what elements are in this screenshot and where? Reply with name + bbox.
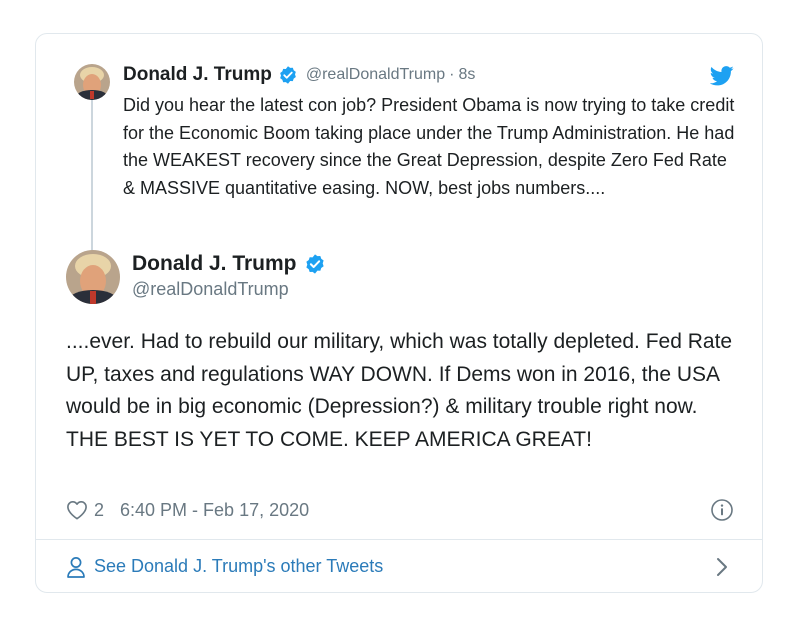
tweet-meta: 2 6:40 PM - Feb 17, 2020 [66,497,309,523]
person-icon [66,556,86,578]
verified-badge-icon [304,253,326,275]
thread-connector-line [91,99,93,269]
chevron-right-icon[interactable] [716,557,728,577]
parent-tweet-text: Did you hear the latest con job? Preside… [123,95,735,198]
avatar[interactable] [74,64,110,100]
author-handle[interactable]: @realDonaldTrump [132,279,289,300]
main-tweet-text: ....ever. Had to rebuild our military, w… [66,330,733,451]
embedded-tweet-card: Donald J. Trump @realDonaldTrump · 8s Di… [35,33,763,593]
heart-icon[interactable] [66,500,88,520]
info-icon[interactable] [710,498,734,522]
author-handle[interactable]: @realDonaldTrump [306,66,445,84]
parent-tweet-header: Donald J. Trump @realDonaldTrump · 8s [123,64,475,86]
other-tweets-label[interactable]: See Donald J. Trump's other Tweets [94,556,383,577]
author-name[interactable]: Donald J. Trump [132,252,297,276]
tweet-time[interactable]: 8s [458,66,475,84]
avatar[interactable] [66,250,120,304]
separator-dot: · [449,66,455,83]
twitter-bird-icon[interactable] [710,66,734,86]
author-name[interactable]: Donald J. Trump [123,64,272,86]
main-tweet-author: Donald J. Trump [132,252,326,276]
other-tweets-link[interactable]: See Donald J. Trump's other Tweets [36,540,762,593]
like-count[interactable]: 2 [94,500,104,521]
verified-badge-icon [278,65,298,85]
tweet-timestamp[interactable]: 6:40 PM - Feb 17, 2020 [120,500,309,521]
